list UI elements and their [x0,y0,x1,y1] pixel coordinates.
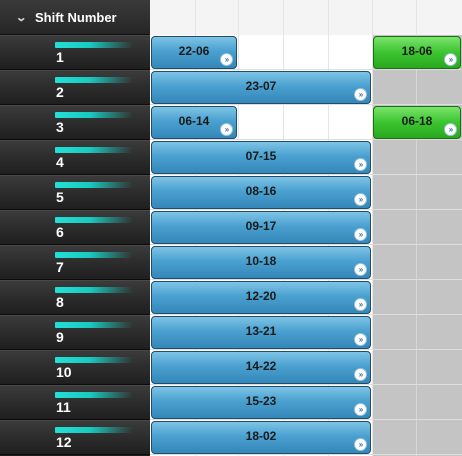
shift-block[interactable]: 08-16 » [151,176,371,209]
shift-time-label: 13-21 [245,324,277,338]
row-accent-bar [55,217,133,223]
shift-number-label: 7 [56,259,64,275]
row-header-5[interactable]: 5 [0,175,150,210]
shift-number-label: 5 [56,189,64,205]
shift-block[interactable]: 12-20 » [151,281,371,314]
grid-row-line [150,209,462,210]
row-accent-bar [55,112,133,118]
chevron-down-icon[interactable]: ⌄ [15,11,31,24]
shift-number-label: 2 [56,84,64,100]
row-header-8[interactable]: 8 [0,280,150,315]
shift-time-label: 15-23 [245,394,277,408]
shift-time-label: 14-22 [245,359,277,373]
grid-row-line [150,349,462,350]
row-accent-bar [55,322,133,328]
row-header-2[interactable]: 2 [0,70,150,105]
row-accent-bar [55,287,133,293]
grid-row-line [150,314,462,315]
column-header-title: Shift Number [35,9,117,25]
shift-block[interactable]: 22-06 » [151,36,237,69]
row-accent-bar [55,357,133,363]
row-header-6[interactable]: 6 [0,210,150,245]
row-header-panel: ⌄ Shift Number 1 2 3 4 5 6 7 8 9 10 11 12 [0,0,150,456]
expand-details-icon[interactable]: » [220,53,233,66]
shift-block[interactable]: 18-02 » [151,421,371,454]
expand-details-icon[interactable]: » [354,298,367,311]
row-header-9[interactable]: 9 [0,315,150,350]
schedule-grid: 22-06» 18-06» 23-07» 06-14» 06-18» 07-15» 08-1… [150,0,462,456]
shift-number-label: 11 [56,399,71,415]
shift-number-label: 6 [56,224,64,240]
shift-time-label: 10-18 [245,254,277,268]
shift-number-label: 8 [56,294,64,310]
row-accent-bar [55,427,133,433]
grid-row-line [150,104,462,105]
expand-details-icon[interactable]: » [354,263,367,276]
row-header-1[interactable]: 1 [0,35,150,70]
grid-row-line [150,454,462,455]
row-accent-bar [55,42,133,48]
expand-details-icon[interactable]: » [354,403,367,416]
shift-time-label: 22-06 [178,44,210,58]
row-accent-bar [55,182,133,188]
expand-details-icon[interactable]: » [220,123,233,136]
expand-details-icon[interactable]: » [444,53,457,66]
shift-block[interactable]: 09-17 » [151,211,371,244]
row-accent-bar [55,392,133,398]
expand-details-icon[interactable]: » [354,368,367,381]
shift-time-label: 18-02 [245,429,277,443]
grid-row-line [150,384,462,385]
grid-row-line [150,419,462,420]
grid-row-line [150,69,462,70]
shift-number-label: 4 [56,154,64,170]
shift-time-label: 07-15 [245,149,277,163]
expand-details-icon[interactable]: » [354,158,367,171]
shift-number-label: 9 [56,329,64,345]
row-header-3[interactable]: 3 [0,105,150,140]
expand-details-icon[interactable]: » [354,228,367,241]
shift-number-label: 1 [56,49,64,65]
off-hours-zone [372,35,462,456]
grid-column-line [416,35,417,456]
shift-time-label: 06-18 [401,114,433,128]
shift-block[interactable]: 13-21 » [151,316,371,349]
row-accent-bar [55,77,133,83]
shift-time-label: 08-16 [245,184,277,198]
row-header-11[interactable]: 11 [0,385,150,420]
shift-block[interactable]: 06-14 » [151,106,237,139]
row-header-10[interactable]: 10 [0,350,150,385]
row-header-7[interactable]: 7 [0,245,150,280]
shift-block[interactable]: 06-18 » [373,106,461,139]
shift-time-label: 12-20 [245,289,277,303]
row-header-12[interactable]: 12 [0,420,150,455]
shift-number-label: 10 [56,364,72,380]
expand-details-icon[interactable]: » [354,88,367,101]
shift-time-label: 23-07 [245,79,277,93]
grid-row-line [150,139,462,140]
column-header-shift-number[interactable]: ⌄ Shift Number [0,0,150,35]
row-accent-bar [55,252,133,258]
shift-time-label: 06-14 [178,114,210,128]
expand-details-icon[interactable]: » [444,123,457,136]
expand-details-icon[interactable]: » [354,438,367,451]
shift-block[interactable]: 23-07 » [151,71,371,104]
expand-details-icon[interactable]: » [354,193,367,206]
shift-number-label: 12 [56,434,72,450]
grid-row-line [150,174,462,175]
shift-time-label: 18-06 [401,44,433,58]
shift-block[interactable]: 18-06 » [373,36,461,69]
shift-block[interactable]: 15-23 » [151,386,371,419]
grid-row-line [150,279,462,280]
row-accent-bar [55,147,133,153]
shift-block[interactable]: 14-22 » [151,351,371,384]
shift-block[interactable]: 10-18 » [151,246,371,279]
shift-number-label: 3 [56,119,64,135]
grid-row-line [150,244,462,245]
expand-details-icon[interactable]: » [354,333,367,346]
shift-time-label: 09-17 [245,219,277,233]
row-header-4[interactable]: 4 [0,140,150,175]
shift-block[interactable]: 07-15 » [151,141,371,174]
